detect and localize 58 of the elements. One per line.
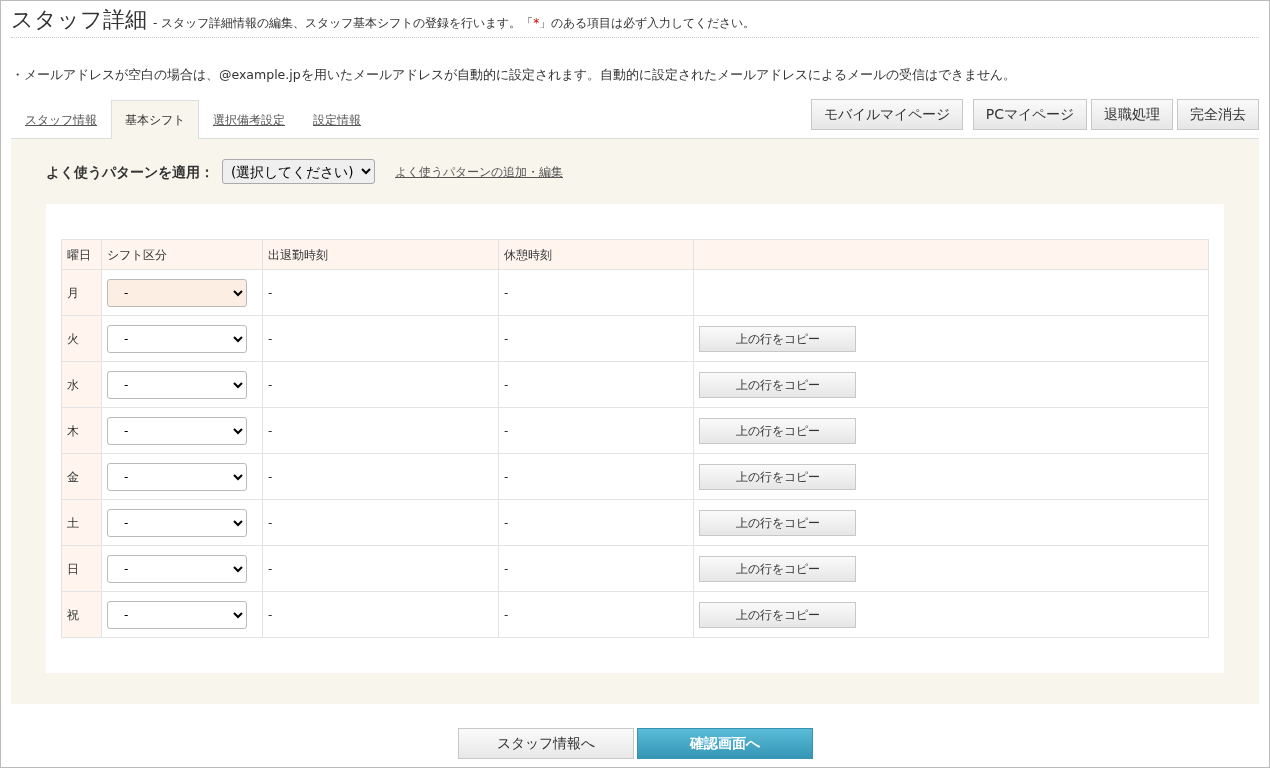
table-cell: -	[262, 591, 499, 638]
tab[interactable]: 設定情報	[299, 100, 375, 140]
shift-select[interactable]: -	[107, 600, 247, 629]
copy-row-button[interactable]: 上の行をコピー	[699, 555, 856, 582]
copy-row-button[interactable]: 上の行をコピー	[699, 325, 856, 352]
day-cell: 土	[61, 499, 102, 546]
table-cell: -	[262, 269, 499, 316]
shift-select[interactable]: -	[107, 554, 247, 583]
back-button[interactable]: スタッフ情報へ	[457, 728, 634, 760]
table-cell: -	[262, 499, 499, 546]
table-cell: -	[498, 499, 694, 546]
action-button[interactable]: モバイルマイページ	[810, 99, 963, 131]
day-cell: 月	[61, 269, 102, 316]
table-cell: -	[262, 545, 499, 592]
column-header: 曜日	[61, 239, 102, 270]
table-cell: -	[498, 453, 694, 500]
column-header: 休憩時刻	[498, 239, 694, 270]
tab[interactable]: 基本シフト	[111, 100, 199, 140]
pattern-label: よく使うパターンを適用：	[46, 162, 214, 182]
action-button[interactable]: 完全消去	[1177, 99, 1259, 131]
pattern-edit-link[interactable]: よく使うパターンの追加・編集	[395, 162, 563, 181]
copy-row-button[interactable]: 上の行をコピー	[699, 371, 856, 398]
pattern-select[interactable]: (選択してください)	[222, 159, 375, 185]
shift-select[interactable]: -	[107, 370, 247, 399]
table-cell: -	[262, 361, 499, 408]
day-cell: 日	[61, 545, 102, 592]
day-cell: 金	[61, 453, 102, 500]
table-cell: -	[262, 453, 499, 500]
column-header: シフト区分	[101, 239, 263, 270]
table-cell: -	[262, 315, 499, 362]
copy-row-button[interactable]: 上の行をコピー	[699, 463, 856, 490]
page-description: - スタッフ詳細情報の編集、スタッフ基本シフトの登録を行います。「*」のある項目は必ず入力してください。	[153, 15, 756, 32]
shift-select[interactable]: -	[107, 278, 247, 307]
tab[interactable]: スタッフ情報	[11, 100, 111, 140]
table-cell: -	[498, 407, 694, 454]
table-cell: -	[498, 361, 694, 408]
table-cell: -	[498, 545, 694, 592]
action-button[interactable]: PCマイページ	[972, 99, 1087, 131]
table-cell: -	[498, 315, 694, 362]
copy-row-button[interactable]: 上の行をコピー	[699, 601, 856, 628]
page-title: スタッフ詳細	[11, 7, 147, 34]
day-cell: 祝	[61, 591, 102, 638]
shift-select[interactable]: -	[107, 462, 247, 491]
tab[interactable]: 選択備考設定	[199, 100, 299, 140]
day-cell: 水	[61, 361, 102, 408]
column-header: 出退勤時刻	[262, 239, 499, 270]
day-cell: 木	[61, 407, 102, 454]
shift-select[interactable]: -	[107, 508, 247, 537]
notice-text: ・メールアドレスが空白の場合は、@example.jpを用いたメールアドレスが自動的に設定されます。自動的に設定されたメールアドレスによるメールの受信はできません。	[11, 66, 1017, 85]
shift-select[interactable]: -	[107, 324, 247, 353]
copy-row-button[interactable]: 上の行をコピー	[699, 509, 856, 536]
action-button[interactable]: 退職処理	[1091, 99, 1173, 131]
shift-select[interactable]: -	[107, 416, 247, 445]
day-cell: 火	[61, 315, 102, 362]
copy-row-button[interactable]: 上の行をコピー	[699, 417, 856, 444]
table-cell: -	[498, 591, 694, 638]
table-cell: -	[262, 407, 499, 454]
table-cell: -	[498, 269, 694, 316]
